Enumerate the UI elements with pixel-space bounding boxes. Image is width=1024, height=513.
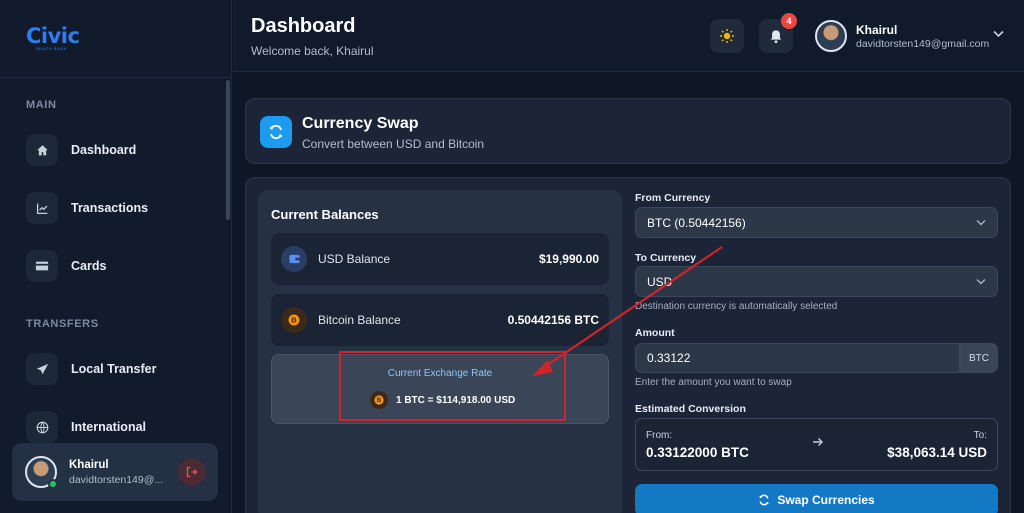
sidebar-item-label: International [71, 420, 147, 434]
wallet-icon [281, 246, 307, 272]
sidebar-item-label: Cards [71, 259, 107, 273]
avatar [25, 456, 58, 489]
amount-hint: Enter the amount you want to swap [635, 377, 792, 388]
to-currency-hint: Destination currency is automatically se… [635, 301, 838, 312]
sidebar-item-label: Transactions [71, 201, 149, 215]
annotation-highlight-box [339, 351, 566, 421]
usd-balance-row: USD Balance $19,990.00 [271, 233, 609, 285]
sidebar-item-cards[interactable]: Cards [26, 250, 106, 282]
conversion-summary: From: 0.33122000 BTC To: $38,063.14 USD [635, 418, 998, 471]
logout-icon [186, 466, 198, 478]
user-name: Khairul [69, 458, 109, 471]
header-user-name: Khairul [856, 23, 898, 37]
theme-toggle-button[interactable] [710, 19, 744, 53]
from-currency-value: BTC (0.50442156) [647, 215, 746, 230]
sidebar-item-local-transfer[interactable]: Local Transfer [26, 353, 156, 385]
section-label-transfers: TRANSFERS [26, 318, 99, 330]
bitcoin-icon: B [281, 307, 307, 333]
amount-label: Amount [635, 327, 675, 339]
chevron-down-icon [976, 220, 986, 226]
chevron-down-icon[interactable] [993, 30, 1004, 38]
estimated-conversion-label: Estimated Conversion [635, 403, 746, 415]
refresh-icon [759, 494, 769, 506]
section-title: Currency Swap [302, 115, 419, 132]
welcome-message: Welcome back, Khairul [251, 44, 374, 58]
card-icon [26, 250, 58, 282]
chart-icon [26, 192, 58, 224]
btc-balance-row: B Bitcoin Balance 0.50442156 BTC [271, 294, 609, 346]
bell-icon [770, 29, 782, 43]
conversion-to-value: $38,063.14 USD [887, 445, 987, 460]
sidebar-user-card[interactable]: Khairul davidtorsten149@... [12, 443, 218, 501]
user-email: davidtorsten149@... [69, 473, 164, 486]
notifications-button[interactable]: 4 [759, 13, 797, 53]
logo[interactable]: Civic BEACH BANK [0, 0, 231, 78]
logout-button[interactable] [178, 458, 206, 486]
logo-subtext: BEACH BANK [36, 46, 67, 51]
logo-text: Civic [26, 24, 80, 48]
section-label-main: MAIN [26, 99, 57, 111]
swap-icon [260, 116, 292, 148]
sidebar: Civic BEACH BANK MAIN Dashboard Transact… [0, 0, 232, 513]
swap-currencies-button[interactable]: Swap Currencies [635, 484, 998, 513]
home-icon [26, 134, 58, 166]
usd-balance-label: USD Balance [318, 252, 391, 266]
arrow-right-icon [813, 438, 823, 446]
conversion-to-label: To: [973, 430, 987, 441]
chevron-down-icon [976, 279, 986, 285]
header-avatar[interactable] [815, 20, 847, 52]
swap-currencies-label: Swap Currencies [777, 493, 875, 507]
btc-balance-value: 0.50442156 BTC [507, 313, 599, 327]
to-currency-select[interactable]: USD [635, 266, 998, 297]
send-icon [26, 353, 58, 385]
top-header: Dashboard Welcome back, Khairul 4 Khairu… [233, 0, 1024, 72]
conversion-from-value: 0.33122000 BTC [646, 445, 749, 460]
conversion-from-label: From: [646, 430, 673, 441]
sun-icon [720, 29, 734, 43]
from-currency-select[interactable]: BTC (0.50442156) [635, 207, 998, 238]
globe-icon [26, 411, 58, 443]
sidebar-item-international[interactable]: International [26, 411, 146, 443]
sidebar-item-label: Dashboard [71, 143, 137, 157]
balances-title: Current Balances [271, 207, 379, 222]
online-status-icon [48, 479, 58, 489]
amount-input[interactable]: 0.33122 [635, 343, 960, 373]
page-title: Dashboard [251, 15, 356, 37]
to-currency-label: To Currency [635, 252, 697, 264]
sidebar-scrollbar[interactable] [226, 80, 230, 220]
section-subtitle: Convert between USD and Bitcoin [302, 137, 485, 151]
sidebar-item-label: Local Transfer [71, 362, 157, 376]
btc-balance-label: Bitcoin Balance [318, 313, 401, 327]
svg-text:B: B [291, 316, 297, 325]
sidebar-item-transactions[interactable]: Transactions [26, 192, 148, 224]
sidebar-item-dashboard[interactable]: Dashboard [26, 134, 136, 166]
header-user-email: davidtorsten149@gmail.com [856, 38, 990, 50]
currency-swap-header: Currency Swap Convert between USD and Bi… [245, 98, 1011, 164]
from-currency-label: From Currency [635, 192, 711, 204]
usd-balance-value: $19,990.00 [538, 252, 599, 266]
notification-badge: 4 [781, 13, 797, 29]
to-currency-value: USD [647, 274, 673, 289]
amount-unit: BTC [960, 343, 998, 373]
